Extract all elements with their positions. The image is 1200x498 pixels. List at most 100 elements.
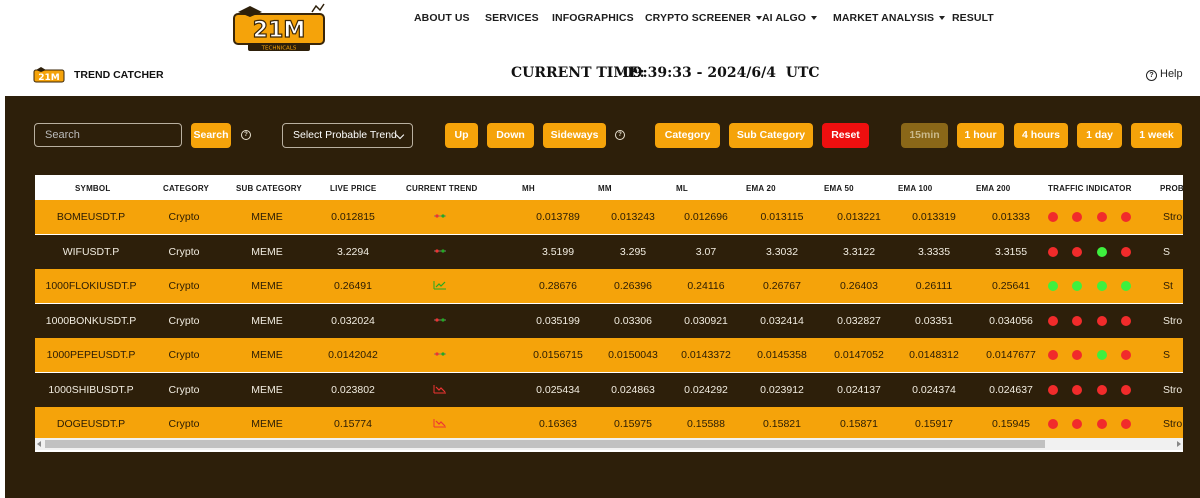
- column-header-ema50[interactable]: EMA 50: [824, 184, 854, 193]
- table-row[interactable]: 1000PEPEUSDT.P Crypto MEME 0.0142042 0.01567…: [35, 338, 1183, 372]
- traffic-dot-red: [1048, 384, 1058, 395]
- cell-ema100: 0.013319: [912, 211, 956, 223]
- nav-about-us[interactable]: ABOUT US: [414, 12, 470, 24]
- traffic-dot-red: [1048, 419, 1058, 429]
- trend-up-button[interactable]: Up: [445, 123, 478, 148]
- column-header-prob[interactable]: PROB: [1160, 184, 1183, 193]
- nav-services[interactable]: SERVICES: [485, 12, 539, 24]
- column-header-traffic-indicator[interactable]: TRAFFIC INDICATOR: [1048, 184, 1132, 193]
- table-row[interactable]: WIFUSDT.P Crypto MEME 3.2294 3.5199 3.295 3.07…: [35, 234, 1183, 269]
- cell-ema20: 0.032414: [760, 314, 804, 327]
- table-row[interactable]: 1000FLOKIUSDT.P Crypto MEME 0.26491 0.28676 0…: [35, 269, 1183, 303]
- cell-ema50: 3.3122: [842, 245, 876, 258]
- cell-mm: 0.26396: [614, 280, 652, 292]
- table-row[interactable]: 1000BONKUSDT.P Crypto MEME 0.032024 0.035199…: [35, 303, 1183, 338]
- category-button[interactable]: Category: [655, 123, 720, 148]
- scroll-right-icon[interactable]: [1177, 441, 1181, 447]
- traffic-dot-red: [1048, 212, 1058, 222]
- cell-ema20: 0.023912: [760, 383, 804, 396]
- question-circle-icon: ?: [1146, 70, 1157, 81]
- cell-mm: 0.024863: [611, 383, 655, 396]
- column-header-mh[interactable]: MH: [522, 184, 535, 193]
- current-time-value: 09:39:33 - 2024/6/4 UTC: [623, 65, 820, 81]
- column-header-ema100[interactable]: EMA 100: [898, 184, 932, 193]
- traffic-dot-red: [1048, 350, 1058, 360]
- cell-live-price: 0.26491: [334, 280, 372, 292]
- timeframe-1week-button[interactable]: 1 week: [1131, 123, 1182, 148]
- column-header-subcategory[interactable]: SUB CATEGORY: [236, 184, 302, 193]
- scroll-thumb[interactable]: [45, 440, 1045, 448]
- cell-ml: 0.24116: [687, 280, 725, 292]
- column-header-ema200[interactable]: EMA 200: [976, 184, 1010, 193]
- cell-mh: 0.28676: [539, 280, 577, 292]
- horizontal-scrollbar[interactable]: [35, 438, 1183, 450]
- cell-category: Crypto: [168, 349, 200, 361]
- table-row[interactable]: DOGEUSDT.P Crypto MEME 0.15774 0.16363 0.1597…: [35, 407, 1183, 441]
- nav-crypto-screener[interactable]: CRYPTO SCREENER: [645, 12, 762, 24]
- timeframe-15min-button[interactable]: 15min: [901, 123, 948, 148]
- search-input[interactable]: [34, 123, 182, 147]
- trend-down-button[interactable]: Down: [487, 123, 534, 148]
- traffic-dot-red: [1121, 350, 1131, 360]
- caret-down-icon: [811, 16, 818, 21]
- nav-infographics[interactable]: INFOGRAPHICS: [552, 12, 634, 24]
- table-header: SYMBOL CATEGORY SUB CATEGORY LIVE PRICE …: [35, 175, 1183, 200]
- nav-ai-algo[interactable]: AI ALGO: [762, 12, 818, 24]
- timeframe-1day-button[interactable]: 1 day: [1077, 123, 1122, 148]
- cell-subcategory: MEME: [251, 211, 283, 223]
- table-row[interactable]: BOMEUSDT.P Crypto MEME 0.012815 0.013789 0.01…: [35, 200, 1183, 234]
- cell-live-price: 3.2294: [336, 245, 370, 258]
- sub-category-button[interactable]: Sub Category: [729, 123, 813, 148]
- page-header: 21M TREND CATCHER CURRENT TIME: 09:39:33…: [0, 56, 1200, 96]
- column-header-ml[interactable]: ML: [676, 184, 688, 193]
- help-link[interactable]: ? Help: [1146, 68, 1183, 81]
- cell-symbol: BOMEUSDT.P: [56, 211, 126, 223]
- traffic-dot-red: [1121, 384, 1131, 395]
- cell-ml: 0.0143372: [681, 349, 731, 361]
- nav-result[interactable]: RESULT: [952, 12, 994, 24]
- probable-trend-select[interactable]: Select Probable Trend: [282, 123, 413, 148]
- trend-sideways-icon: [434, 317, 446, 322]
- cell-ml: 0.024292: [684, 383, 728, 396]
- column-header-category[interactable]: CATEGORY: [163, 184, 209, 193]
- cell-mh: 0.025434: [536, 383, 580, 396]
- trend-down-icon: [433, 384, 446, 393]
- column-header-live-price[interactable]: LIVE PRICE: [330, 184, 376, 193]
- reset-button[interactable]: Reset: [822, 123, 869, 148]
- cell-mm: 3.295: [619, 245, 647, 258]
- cell-prob: Stro: [1163, 383, 1183, 396]
- scroll-left-icon[interactable]: [37, 441, 41, 447]
- info-icon[interactable]: ?: [241, 130, 251, 140]
- cell-subcategory: MEME: [251, 280, 283, 292]
- search-button[interactable]: Search: [191, 123, 231, 148]
- logo-text: 21M: [253, 18, 306, 43]
- traffic-dot-red: [1072, 350, 1082, 360]
- column-header-mm[interactable]: MM: [598, 184, 612, 193]
- cell-prob: S: [1163, 349, 1171, 361]
- traffic-dot-red: [1097, 384, 1107, 395]
- timeframe-1hour-button[interactable]: 1 hour: [957, 123, 1004, 148]
- cell-ema50: 0.032827: [837, 314, 881, 327]
- traffic-dot-green: [1097, 246, 1107, 257]
- cell-ml: 0.012696: [684, 211, 728, 223]
- column-header-symbol[interactable]: SYMBOL: [75, 184, 110, 193]
- timeframe-4hours-button[interactable]: 4 hours: [1014, 123, 1068, 148]
- column-header-ema20[interactable]: EMA 20: [746, 184, 776, 193]
- cell-category: Crypto: [168, 280, 200, 292]
- brand-logo[interactable]: 21M TECHNICALS: [228, 2, 330, 52]
- info-icon[interactable]: ?: [615, 130, 625, 140]
- cell-category: Crypto: [168, 211, 200, 223]
- traffic-dot-red: [1097, 315, 1107, 326]
- cell-symbol: WIFUSDT.P: [62, 245, 120, 258]
- cell-live-price: 0.012815: [331, 211, 375, 223]
- table-row[interactable]: 1000SHIBUSDT.P Crypto MEME 0.023802 0.025434…: [35, 372, 1183, 407]
- traffic-dot-red: [1097, 419, 1107, 429]
- cell-subcategory: MEME: [251, 245, 283, 258]
- cell-ema20: 0.15821: [763, 418, 801, 430]
- column-header-current-trend[interactable]: CURRENT TREND: [406, 184, 478, 193]
- nav-market-analysis[interactable]: MARKET ANALYSIS: [833, 12, 946, 24]
- trend-sideways-button[interactable]: Sideways: [543, 123, 606, 148]
- cell-ema20: 3.3032: [765, 245, 799, 258]
- cell-ml: 0.030921: [684, 314, 728, 327]
- caret-down-icon: [939, 16, 946, 21]
